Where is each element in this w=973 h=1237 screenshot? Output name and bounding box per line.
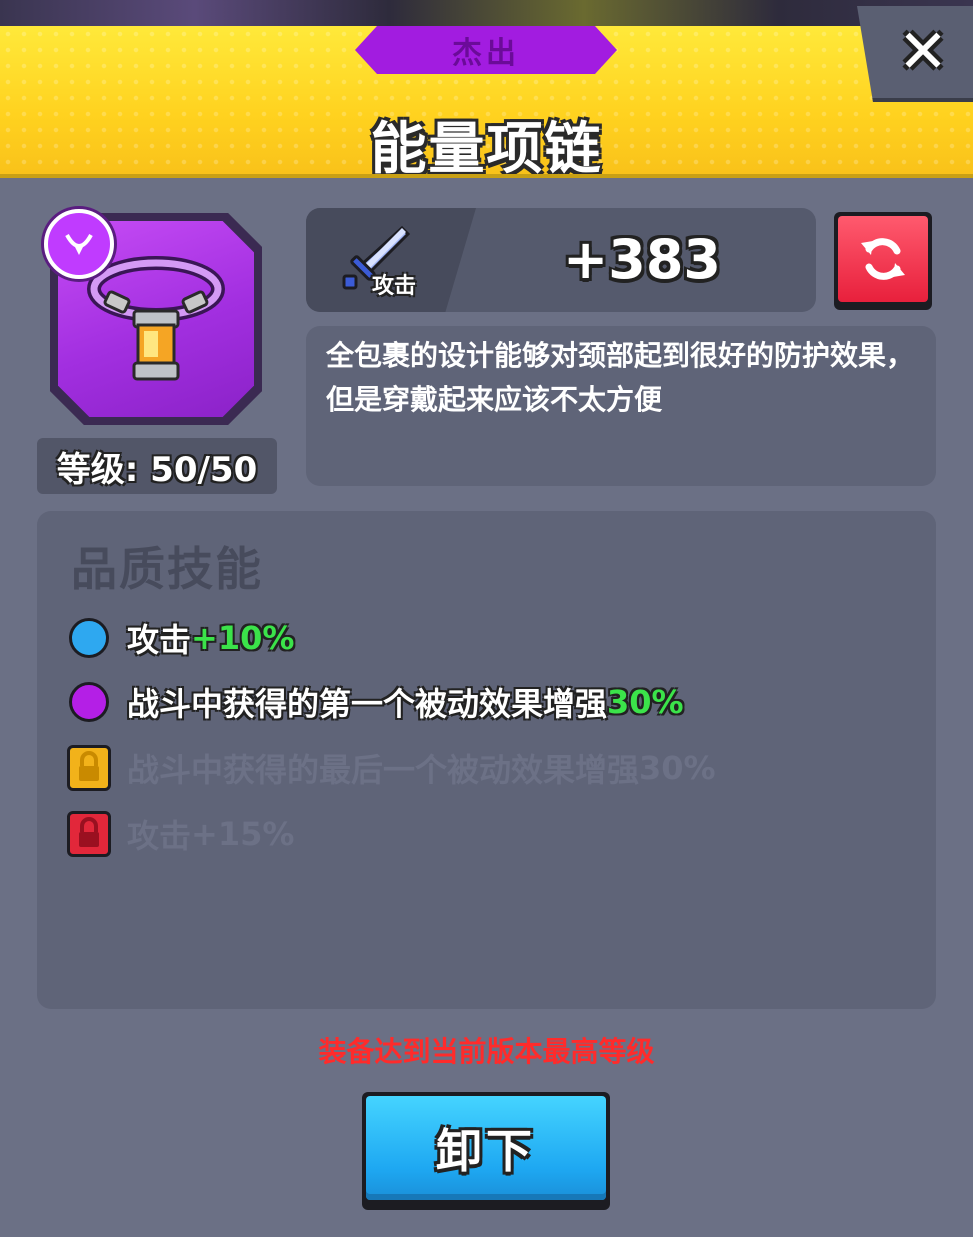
description-text: 全包裹的设计能够对颈部起到很好的防护效果，但是穿戴起来应该不太方便 [326, 339, 915, 416]
level-bar: 等级: 50/50 [37, 438, 277, 494]
skill-value: 30% [607, 683, 684, 721]
refresh-icon[interactable] [857, 233, 909, 285]
unequip-label[interactable]: 卸下 [436, 1115, 536, 1181]
item-title: 能量项链 [370, 117, 603, 178]
padlock-icon [79, 751, 99, 781]
skill-dot-blue-icon [69, 618, 109, 658]
skill-value: +10% [191, 619, 295, 657]
necklace-slot-icon [44, 209, 114, 279]
stat-label: 攻击 [372, 274, 417, 299]
skills-title: 品质技能 [71, 542, 263, 596]
skill-text: 战斗中获得的最后一个被动效果增强 [127, 751, 640, 789]
stat-panel: 攻击 +383 [306, 208, 816, 312]
skill-row-4: 攻击 +15% [67, 809, 294, 859]
stat-value: +383 [563, 228, 721, 291]
skill-text: 攻击 [127, 621, 192, 659]
quality-skills-panel: 品质技能 攻击 +10% 战斗中获得的第一个被动效果增强 30% 战斗中获得的最… [37, 511, 936, 1009]
refresh-button[interactable] [834, 212, 932, 310]
lock-icon [67, 811, 111, 857]
skill-row-3: 战斗中获得的最后一个被动效果增强 30% [67, 743, 716, 793]
skill-value: +15% [191, 815, 295, 853]
background-strip [0, 0, 973, 26]
rarity-label: 杰出 [452, 36, 520, 71]
skill-dot-purple-icon [69, 682, 109, 722]
skill-row-2: 战斗中获得的第一个被动效果增强 30% [67, 677, 684, 727]
description-panel: 全包裹的设计能够对颈部起到很好的防护效果，但是穿戴起来应该不太方便 [306, 326, 936, 486]
unequip-button-face[interactable]: 卸下 [366, 1096, 606, 1200]
skill-text: 战斗中获得的第一个被动效果增强 [127, 685, 608, 723]
necklace-glyph-icon [65, 233, 93, 255]
close-button[interactable]: ✕ [857, 6, 973, 102]
rarity-tab: 杰出 [355, 26, 617, 74]
skill-row-1: 攻击 +10% [67, 613, 294, 663]
level-text: 等级: 50/50 [56, 449, 258, 490]
skill-value: 30% [639, 749, 716, 787]
stat-type-area: 攻击 [306, 208, 476, 312]
lock-icon [67, 745, 111, 791]
padlock-icon [79, 817, 99, 847]
refresh-button-face[interactable] [838, 216, 928, 302]
max-level-note: 装备达到当前版本最高等级 [318, 1035, 655, 1068]
unequip-button[interactable]: 卸下 [362, 1092, 610, 1210]
skill-text: 攻击 [127, 817, 192, 855]
close-icon[interactable]: ✕ [898, 17, 948, 87]
item-header: 杰出 能量项链 [0, 26, 973, 178]
